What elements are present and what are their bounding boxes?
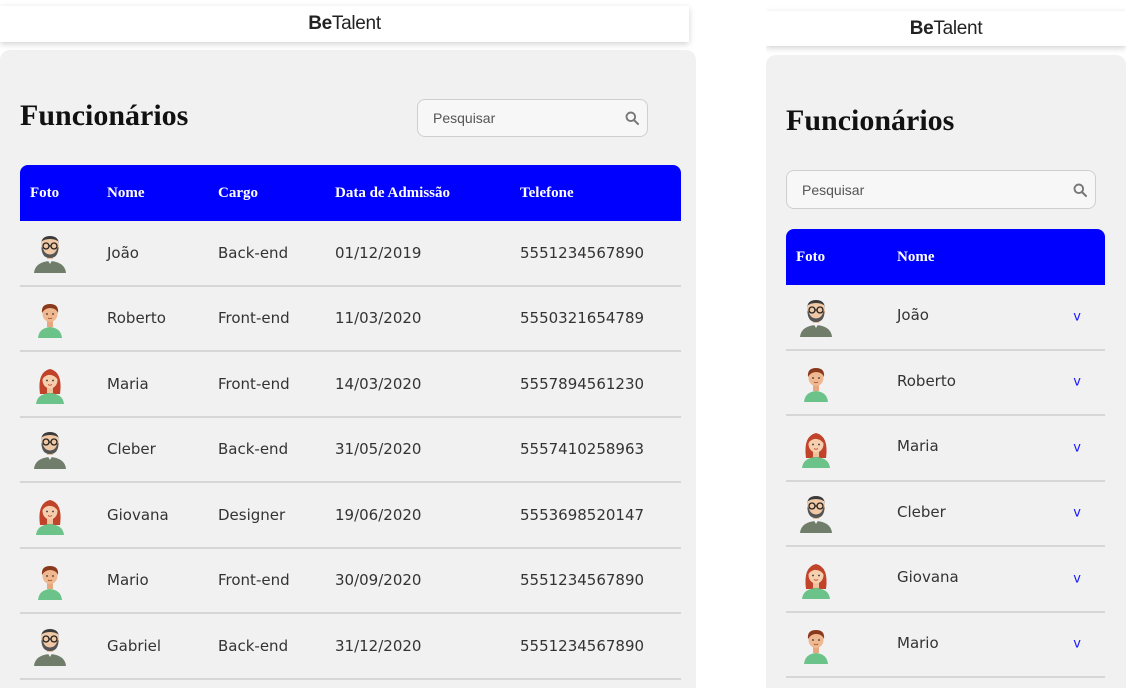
employee-name: Cleber [107, 440, 156, 459]
expand-row-toggle[interactable]: v [1073, 637, 1081, 652]
expand-row-toggle[interactable]: v [1073, 309, 1081, 324]
column-header-photo: Foto [796, 249, 826, 265]
employee-admission-date: 01/12/2019 [335, 243, 422, 262]
table-row[interactable]: Maria v [786, 416, 1105, 482]
expand-row-toggle[interactable]: v [1073, 440, 1081, 455]
table-row[interactable]: João Back-end 01/12/2019 5551234567890 [20, 221, 681, 287]
table-row[interactable]: Cleber v [786, 482, 1105, 547]
desktop-view: BeTalent Funcionários Foto Nome Cargo Da… [0, 0, 696, 688]
search-input[interactable] [418, 100, 617, 136]
employee-role: Designer [218, 505, 286, 524]
employee-phone: 5551234567890 [520, 636, 645, 655]
employee-role: Back-end [218, 243, 289, 262]
employee-name: Giovana [897, 568, 959, 586]
search-icon[interactable] [1065, 171, 1095, 208]
page-title: Funcionários [20, 99, 189, 132]
employee-name: Gabriel [107, 636, 162, 655]
employee-name: Giovana [107, 505, 169, 524]
man-glasses-avatar [32, 626, 68, 666]
table-row[interactable]: Giovana Designer 19/06/2020 5553698520147 [20, 483, 681, 549]
search-box[interactable] [786, 170, 1096, 209]
employee-phone: 5553698520147 [520, 505, 645, 524]
employee-admission-date: 31/12/2020 [335, 636, 422, 655]
table-row[interactable]: Giovana v [786, 547, 1105, 613]
employee-name: Mario [897, 633, 939, 652]
table-row[interactable]: Cleber Back-end 31/05/2020 5557410258963 [20, 418, 681, 483]
employee-phone: 5551234567890 [520, 243, 645, 262]
boy-avatar [798, 624, 834, 665]
employee-role: Back-end [218, 636, 289, 655]
table-row[interactable]: Mario v [786, 613, 1105, 678]
column-header-name: Nome [107, 185, 145, 201]
man-glasses-avatar [32, 429, 68, 470]
betalent-logo[interactable]: BeTalent [910, 18, 983, 40]
table-row[interactable]: Mario Front-end 30/09/2020 5551234567890 [20, 549, 681, 614]
boy-avatar [32, 298, 68, 339]
woman-avatar [32, 495, 68, 535]
table-header: Foto Nome [786, 229, 1105, 285]
employee-name: Maria [107, 374, 149, 393]
employee-table-body: João v Roberto v Maria v Cleber v Giovana v Mario v [786, 285, 1105, 678]
employee-role: Back-end [218, 440, 289, 459]
page-title: Funcionários [786, 104, 955, 137]
expand-row-toggle[interactable]: v [1073, 375, 1081, 390]
employee-admission-date: 11/03/2020 [335, 309, 422, 328]
employee-role: Front-end [218, 309, 290, 328]
employee-admission-date: 31/05/2020 [335, 440, 422, 459]
employee-name: Roberto [107, 309, 166, 328]
employee-admission-date: 30/09/2020 [335, 571, 422, 590]
search-icon[interactable] [617, 100, 647, 136]
employee-role: Front-end [218, 374, 290, 393]
table-row[interactable]: João v [786, 285, 1105, 351]
column-header-photo: Foto [30, 185, 60, 201]
employee-phone: 5557410258963 [520, 440, 645, 459]
table-row[interactable]: Gabriel Back-end 31/12/2020 5551234567890 [20, 614, 681, 680]
search-box[interactable] [417, 99, 648, 137]
employee-role: Front-end [218, 571, 290, 590]
boy-avatar [798, 362, 834, 403]
woman-avatar [798, 428, 834, 468]
woman-avatar [798, 559, 834, 599]
expand-row-toggle[interactable]: v [1073, 571, 1081, 586]
table-row[interactable]: Roberto v [786, 351, 1105, 416]
employee-name: Mario [107, 571, 149, 590]
employee-name: João [897, 306, 929, 324]
column-header-name: Nome [897, 249, 935, 265]
mobile-view: BeTalent Funcionários Foto Nome JoãovRob… [766, 0, 1126, 688]
column-header-admission: Data de Admissão [335, 185, 451, 201]
employee-phone: 5557894561230 [520, 374, 645, 393]
employee-admission-date: 19/06/2020 [335, 505, 422, 524]
betalent-logo[interactable]: BeTalent [308, 13, 381, 35]
employee-phone: 5551234567890 [520, 571, 645, 590]
table-header: Foto Nome Cargo Data de Admissão Telefon… [20, 165, 681, 221]
employee-name: João [107, 243, 139, 262]
top-bar: BeTalent [0, 6, 689, 42]
employee-name: Maria [897, 437, 939, 455]
woman-avatar [32, 364, 68, 404]
man-glasses-avatar [798, 297, 834, 337]
man-glasses-avatar [798, 493, 834, 534]
employee-name: Cleber [897, 502, 946, 521]
search-input[interactable] [787, 171, 1065, 208]
employee-phone: 5550321654789 [520, 309, 645, 328]
employee-admission-date: 14/03/2020 [335, 374, 422, 393]
table-row[interactable]: Maria Front-end 14/03/2020 5557894561230 [20, 352, 681, 418]
man-glasses-avatar [32, 233, 68, 273]
table-row[interactable]: Roberto Front-end 11/03/2020 5550321654789 [20, 287, 681, 352]
column-header-role: Cargo [218, 185, 258, 201]
expand-row-toggle[interactable]: v [1073, 506, 1081, 521]
employee-table-body: João Back-end 01/12/2019 5551234567890 Rober… [20, 221, 681, 680]
column-header-phone: Telefone [520, 185, 574, 201]
top-bar: BeTalent [766, 11, 1126, 46]
boy-avatar [32, 560, 68, 601]
employee-name: Roberto [897, 371, 956, 390]
